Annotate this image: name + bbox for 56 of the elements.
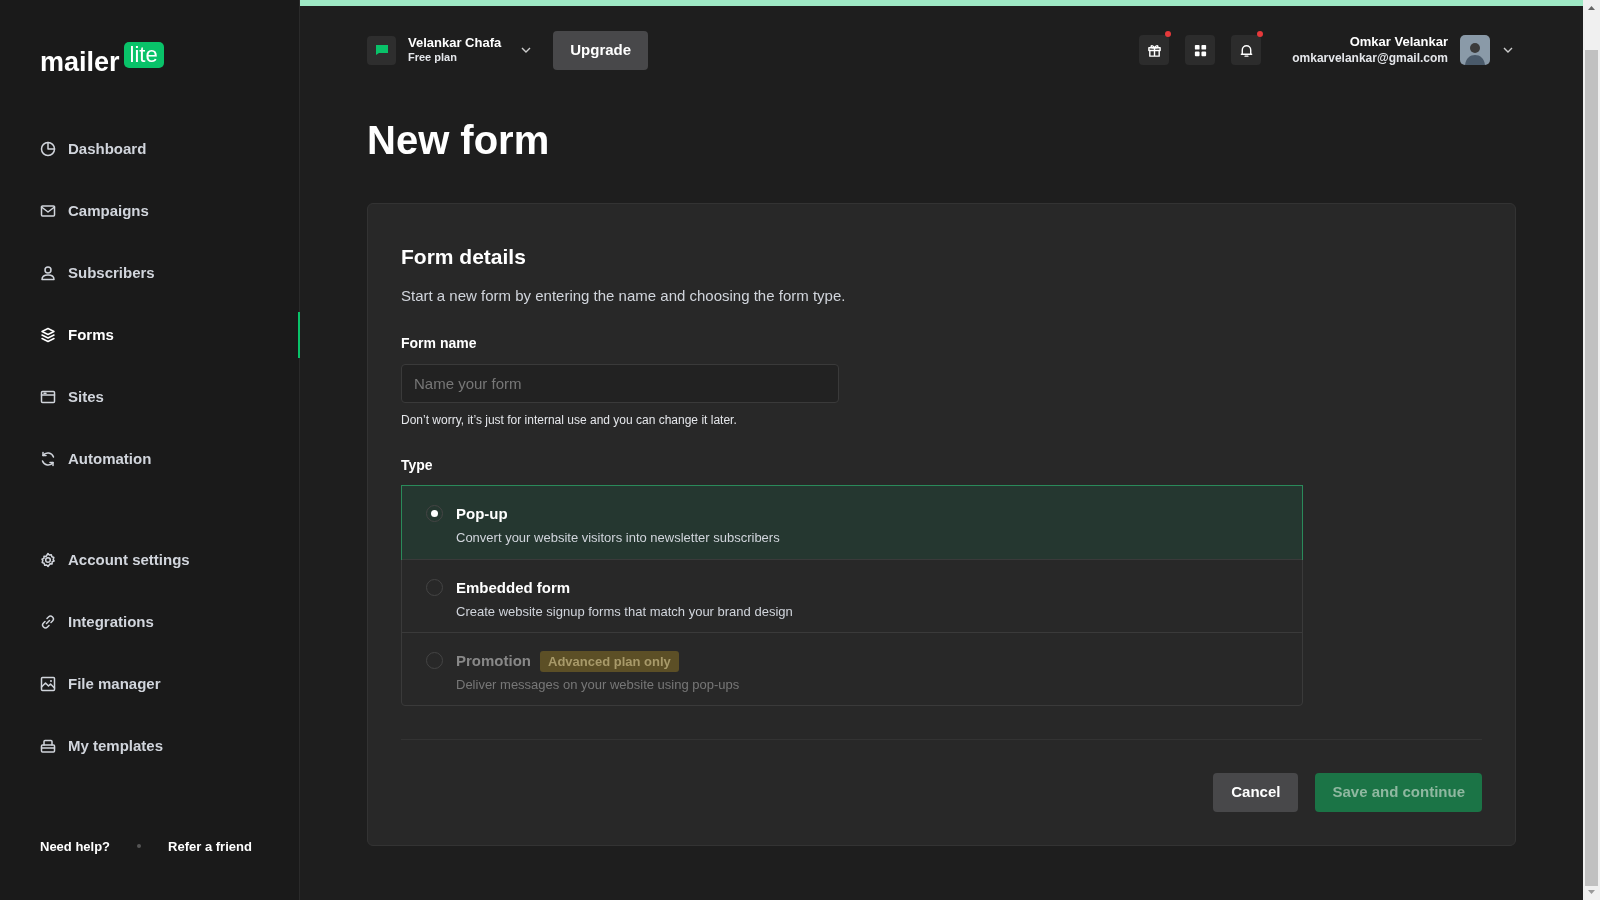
- sidebar-item[interactable]: Automation: [40, 436, 300, 482]
- form-name-input[interactable]: Name your form: [401, 364, 839, 403]
- link-icon: [40, 614, 56, 630]
- field-label: Form name: [401, 334, 478, 353]
- scrollbar[interactable]: [1583, 0, 1600, 900]
- cancel-button[interactable]: Cancel: [1213, 773, 1299, 812]
- sidebar-item[interactable]: Account settings: [40, 537, 300, 583]
- upgrade-button[interactable]: Upgrade: [553, 30, 649, 70]
- mailerlite-logo[interactable]: mailer lite: [40, 42, 164, 76]
- plan-badge: Advanced plan only: [540, 650, 679, 672]
- chevron-down-icon[interactable]: [1503, 47, 1513, 53]
- avatar[interactable]: [1460, 35, 1490, 65]
- sidebar-item[interactable]: Campaigns: [40, 188, 300, 234]
- form-type-option[interactable]: Pop-up Convert your website visitors into newsletter subscribers: [402, 486, 1302, 559]
- workspace-plan: Free plan: [408, 51, 458, 65]
- sidebar-item[interactable]: My templates: [40, 723, 300, 769]
- option-description: Create website signup forms that match your brand design: [456, 602, 793, 621]
- gift-icon: [1146, 42, 1162, 58]
- footer-link[interactable]: Refer a friend: [168, 836, 252, 856]
- header-icon-button[interactable]: [1185, 35, 1216, 65]
- form-type-option[interactable]: Embedded form Create website signup forms that match your brand design: [402, 559, 1302, 632]
- workspace-icon: [367, 35, 396, 65]
- browser-window-icon: [40, 389, 56, 405]
- sidebar-item[interactable]: Subscribers: [40, 250, 300, 296]
- footer-link[interactable]: Need help?: [40, 836, 111, 856]
- option-title: Embedded form: [456, 578, 571, 598]
- clock-icon: [40, 141, 56, 157]
- option-title: Pop-up: [456, 504, 508, 524]
- settings-icon: [40, 552, 56, 568]
- layers-icon: [40, 327, 56, 343]
- field-hint: Don’t worry, it’s just for internal use and you can change it later.: [401, 412, 738, 429]
- page-title: New form: [367, 120, 551, 160]
- sidebar-item[interactable]: Forms: [40, 312, 300, 358]
- workspace-switcher[interactable]: Velankar Chafa Free plan: [367, 35, 532, 65]
- sidebar-item[interactable]: Integrations: [40, 599, 300, 645]
- tray-icon: [40, 738, 56, 754]
- bell-icon: [1238, 42, 1254, 58]
- option-description: Convert your website visitors into newsletter subscribers: [456, 528, 780, 547]
- refresh-icon: [40, 451, 56, 467]
- person-icon: [40, 265, 56, 281]
- sidebar-item[interactable]: Sites: [40, 374, 300, 420]
- sidebar-item[interactable]: File manager: [40, 661, 300, 707]
- grid-icon: [1192, 42, 1208, 58]
- chevron-down-icon: [521, 47, 532, 53]
- workspace-name: Velankar Chafa: [408, 35, 502, 52]
- sidebar-item[interactable]: Dashboard: [40, 126, 300, 172]
- user-email: omkarvelankar@gmail.com: [1292, 50, 1448, 66]
- field-label: Type: [401, 456, 434, 475]
- image-icon: [40, 676, 56, 692]
- envelope-icon: [40, 203, 56, 219]
- user-name: Omkar Velankar: [1349, 34, 1448, 51]
- card-description: Start a new form by entering the name and choosing the form type.: [401, 285, 847, 306]
- option-title: Promotion: [456, 651, 531, 671]
- card-heading: Form details: [401, 244, 527, 270]
- option-description: Deliver messages on your website using pop-ups: [456, 675, 740, 694]
- scrollbar-thumb[interactable]: [1585, 50, 1598, 886]
